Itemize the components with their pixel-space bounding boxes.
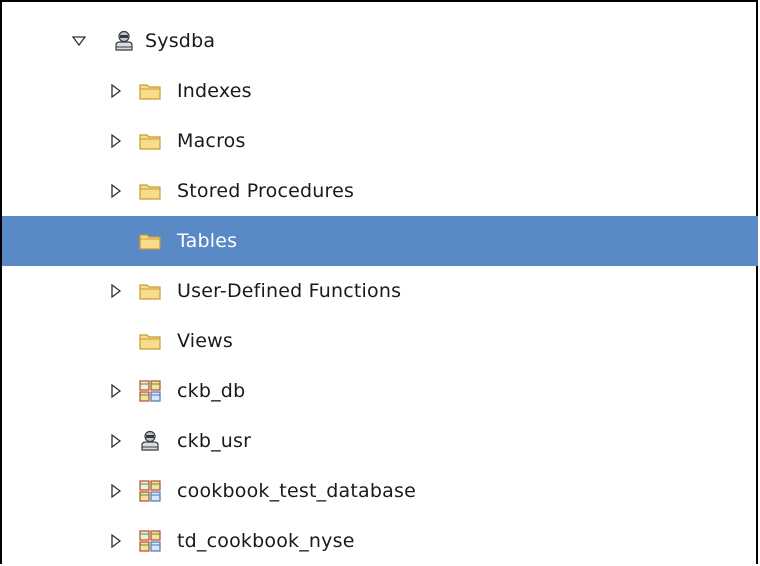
folder-icon (139, 130, 161, 152)
tree-node-label: Stored Procedures (177, 180, 355, 202)
collapsed-triangle-icon[interactable] (109, 84, 123, 98)
tree-node-label: td_cookbook_nyse (177, 530, 355, 552)
tree-node-td-cookbook-nyse[interactable]: td_cookbook_nyse (2, 516, 758, 566)
tree-node-label: Sysdba (145, 30, 216, 52)
tree-node-label: ckb_usr (177, 430, 252, 452)
database-icon (139, 480, 161, 502)
expanded-triangle-icon[interactable] (72, 34, 86, 48)
database-icon (139, 380, 161, 402)
tree-node-stored-procedures[interactable]: Stored Procedures (2, 166, 758, 216)
folder-icon (139, 80, 161, 102)
tree-panel: Sysdba Indexes Macros Stored Procedures … (0, 0, 758, 564)
folder-icon (139, 330, 161, 352)
tree-node-indexes[interactable]: Indexes (2, 66, 758, 116)
tree-node-label: Tables (177, 230, 238, 252)
user-icon (113, 30, 135, 52)
collapsed-triangle-icon[interactable] (109, 434, 123, 448)
folder-icon (139, 180, 161, 202)
collapsed-triangle-icon[interactable] (109, 534, 123, 548)
tree-node-label: Indexes (177, 80, 252, 102)
tree-node-label: ckb_db (177, 380, 246, 402)
collapsed-triangle-icon[interactable] (109, 384, 123, 398)
tree-node-label: User-Defined Functions (177, 280, 402, 302)
database-tree: Sysdba Indexes Macros Stored Procedures … (2, 16, 758, 566)
tree-node-user-defined-functions[interactable]: User-Defined Functions (2, 266, 758, 316)
user-icon (139, 430, 161, 452)
tree-node-views[interactable]: Views (2, 316, 758, 366)
tree-node-sysdba[interactable]: Sysdba (2, 16, 758, 66)
folder-icon (139, 280, 161, 302)
tree-node-ckb-db[interactable]: ckb_db (2, 366, 758, 416)
database-icon (139, 530, 161, 552)
collapsed-triangle-icon[interactable] (109, 134, 123, 148)
collapsed-triangle-icon[interactable] (109, 184, 123, 198)
tree-node-label: cookbook_test_database (177, 480, 416, 502)
tree-node-macros[interactable]: Macros (2, 116, 758, 166)
tree-node-tables[interactable]: Tables (2, 216, 758, 266)
tree-node-ckb-usr[interactable]: ckb_usr (2, 416, 758, 466)
collapsed-triangle-icon[interactable] (109, 484, 123, 498)
folder-icon (139, 230, 161, 252)
collapsed-triangle-icon[interactable] (109, 284, 123, 298)
tree-node-label: Macros (177, 130, 246, 152)
tree-node-cookbook-test-database[interactable]: cookbook_test_database (2, 466, 758, 516)
tree-node-label: Views (177, 330, 233, 352)
